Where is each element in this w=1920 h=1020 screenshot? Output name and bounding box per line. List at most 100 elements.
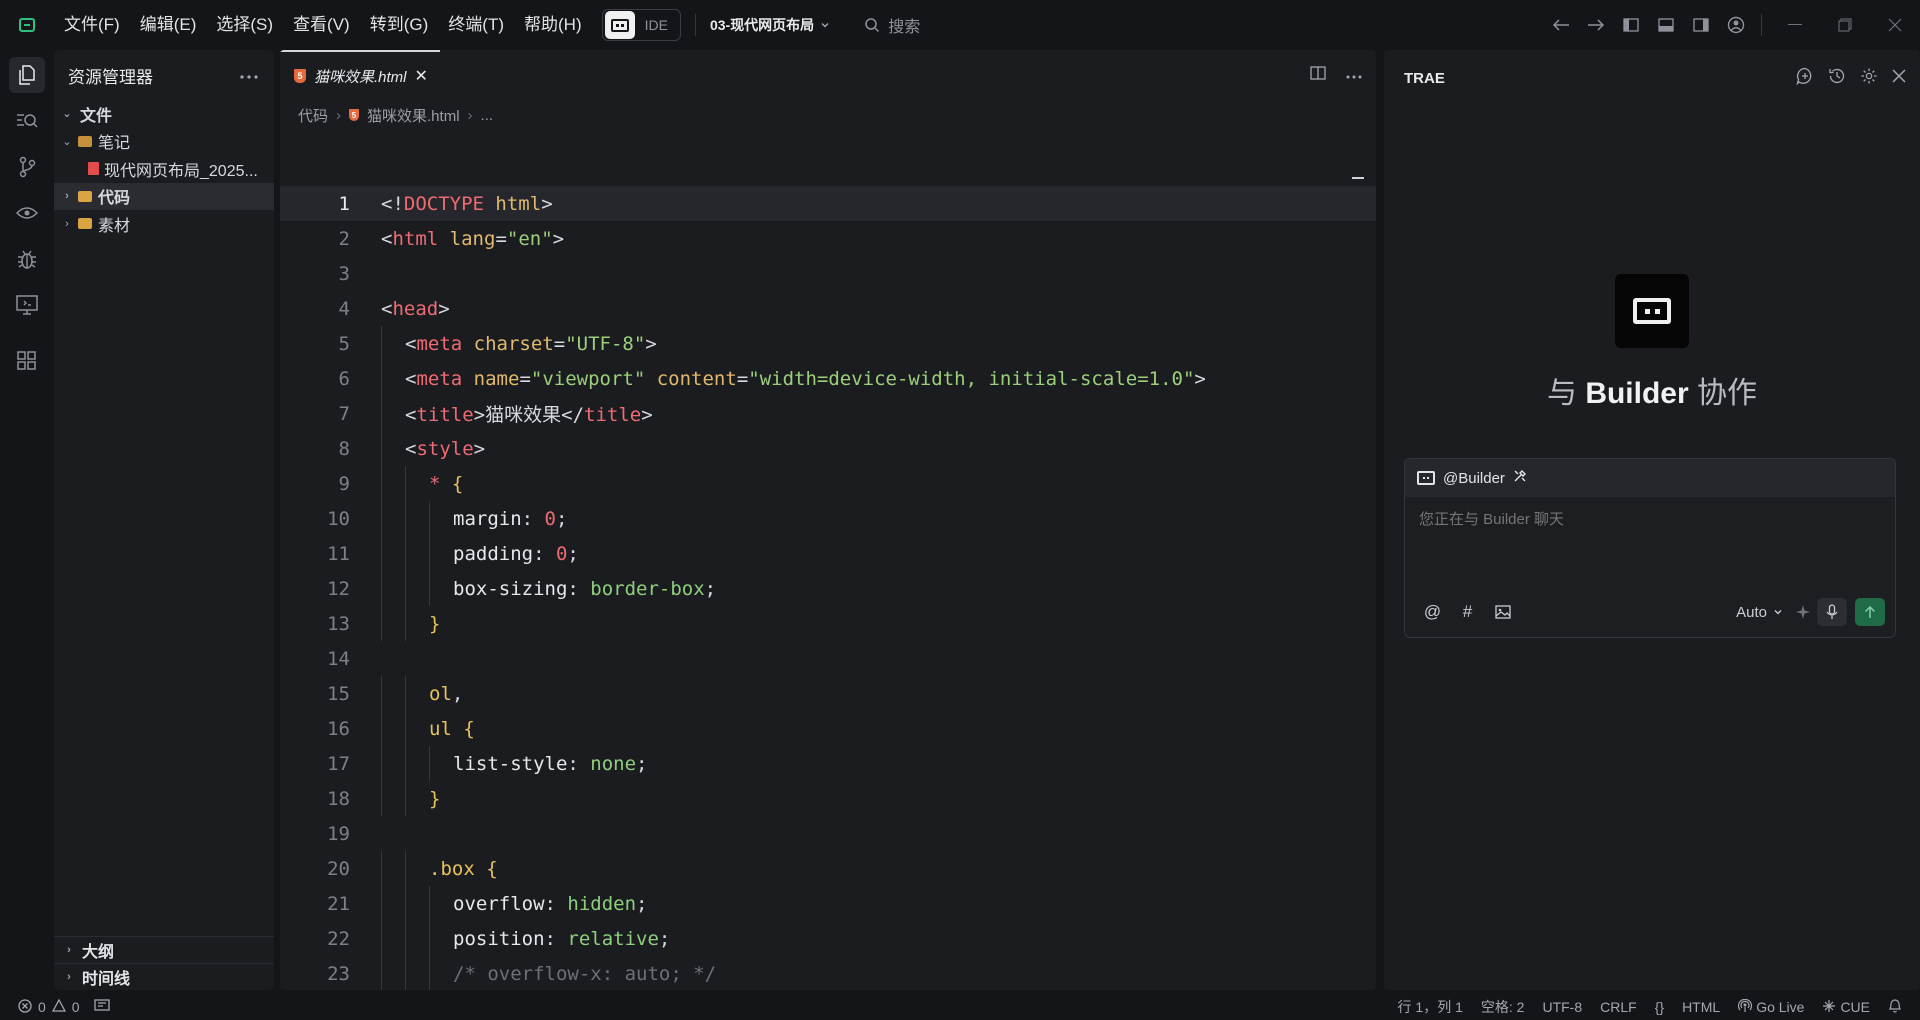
code-line[interactable]: 18} <box>280 781 1376 816</box>
preview-eye-icon[interactable] <box>0 190 54 236</box>
workspace-root[interactable]: ⌄ 文件 <box>54 100 274 128</box>
tree-folder-notes[interactable]: ⌄ 笔记 <box>54 128 274 156</box>
tree-file-notes[interactable]: 现代网页布局_2025... <box>54 155 274 183</box>
breadcrumb: 代码 › 5 猫咪效果.html › ... <box>280 100 1376 130</box>
code-line[interactable]: 11 padding: 0; <box>280 536 1376 571</box>
code-line[interactable]: 19 <box>280 816 1376 851</box>
restore-icon[interactable] <box>1820 0 1870 50</box>
tab-close-icon[interactable]: ✕ <box>415 66 428 86</box>
code-line[interactable]: 12 box-sizing: border-box; <box>280 571 1376 606</box>
menu-edit[interactable]: 编辑(E) <box>130 0 207 50</box>
tree-folder-code[interactable]: › 代码 <box>54 182 274 210</box>
minimize-icon[interactable] <box>1770 0 1820 50</box>
menu-go[interactable]: 转到(G) <box>360 0 439 50</box>
language-mode[interactable]: HTML <box>1682 999 1720 1015</box>
back-arrow-icon[interactable] <box>1543 0 1578 50</box>
microphone-icon[interactable] <box>1817 598 1847 626</box>
new-chat-icon[interactable] <box>1796 67 1814 90</box>
code-line[interactable]: 3 <box>280 256 1376 291</box>
code-line[interactable]: 23 /* overflow-x: auto; */ <box>280 956 1376 990</box>
settings-gear-icon[interactable] <box>1860 67 1878 90</box>
project-switcher[interactable]: 03-现代网页布局 <box>710 15 830 35</box>
search-icon[interactable] <box>0 98 54 144</box>
code-line[interactable]: 6 <meta name="viewport" content="width=de… <box>280 361 1376 396</box>
split-editor-icon[interactable] <box>1304 60 1332 91</box>
builder-heading: 与 Builder 协作 <box>1384 368 1920 412</box>
forward-arrow-icon[interactable] <box>1578 0 1613 50</box>
history-icon[interactable] <box>1828 67 1846 90</box>
breadcrumb-item[interactable]: ... <box>481 107 494 124</box>
menu-selection[interactable]: 选择(S) <box>206 0 283 50</box>
breadcrumb-item[interactable]: 猫咪效果.html <box>367 105 460 126</box>
code-line[interactable]: 13} <box>280 606 1376 641</box>
timeline-section[interactable]: › 时间线 <box>54 963 274 990</box>
remote-explorer-icon[interactable] <box>0 282 54 328</box>
code-line[interactable]: 4 <head> <box>280 291 1376 326</box>
pdf-file-icon <box>88 162 99 176</box>
send-button[interactable] <box>1855 598 1885 626</box>
code-line[interactable]: 8 <style> <box>280 431 1376 466</box>
close-window-icon[interactable] <box>1870 0 1920 50</box>
toggle-primary-sidebar-icon[interactable] <box>1613 0 1648 50</box>
notifications-bell-icon[interactable] <box>1888 998 1902 1016</box>
mention-at-icon[interactable]: @ <box>1415 597 1450 627</box>
more-actions-icon[interactable] <box>240 66 258 84</box>
menu-file[interactable]: 文件(F) <box>54 0 130 50</box>
code-editor[interactable]: 1 <!DOCTYPE html> 2 <html lang="en"> 3 4 <head… <box>280 186 1376 990</box>
code-line[interactable]: 15 ol, <box>280 676 1376 711</box>
warning-icon[interactable] <box>51 998 66 1015</box>
code-line[interactable]: 9 * { <box>280 466 1376 501</box>
builder-hero: 与 Builder 协作 <box>1384 274 1920 412</box>
explorer-icon[interactable] <box>0 52 54 98</box>
code-line[interactable]: 17 list-style: none; <box>280 746 1376 781</box>
menu-terminal[interactable]: 终端(T) <box>438 0 514 50</box>
end-of-line[interactable]: CRLF <box>1600 999 1637 1015</box>
indentation[interactable]: 空格: 2 <box>1481 997 1525 1017</box>
encoding[interactable]: UTF-8 <box>1542 999 1582 1015</box>
menu-help[interactable]: 帮助(H) <box>514 0 592 50</box>
code-line[interactable]: 1 <!DOCTYPE html> <box>280 186 1376 221</box>
code-line[interactable]: 2 <html lang="en"> <box>280 221 1376 256</box>
chat-input[interactable] <box>1419 511 1879 528</box>
braces-icon[interactable]: {} <box>1655 999 1664 1015</box>
tab-active-file[interactable]: 5 猫咪效果.html ✕ <box>280 50 440 100</box>
code-line[interactable]: 21 overflow: hidden; <box>280 886 1376 921</box>
toggle-secondary-sidebar-icon[interactable] <box>1683 0 1718 50</box>
agent-selector[interactable]: @Builder <box>1405 459 1895 497</box>
source-control-icon[interactable] <box>0 144 54 190</box>
cursor-position[interactable]: 行 1，列 1 <box>1398 997 1463 1017</box>
close-panel-icon[interactable] <box>1892 68 1906 88</box>
code-line[interactable]: 20 .box { <box>280 851 1376 886</box>
indent-guide <box>405 921 406 956</box>
mode-switch[interactable]: IDE <box>601 9 681 41</box>
account-icon[interactable] <box>1718 0 1753 50</box>
debug-icon[interactable] <box>0 236 54 282</box>
go-live-button[interactable]: Go Live <box>1738 998 1804 1016</box>
line-number: 12 <box>327 577 350 600</box>
error-count[interactable]: 0 <box>38 999 46 1015</box>
warning-count[interactable]: 0 <box>72 999 80 1015</box>
image-upload-icon[interactable] <box>1485 597 1520 627</box>
hashtag-context-icon[interactable]: # <box>1450 597 1485 627</box>
code-line[interactable]: 7 <title>猫咪效果</title> <box>280 396 1376 431</box>
code-line[interactable]: 22 position: relative; <box>280 921 1376 956</box>
extensions-icon[interactable] <box>0 338 54 384</box>
breadcrumb-item[interactable]: 代码 <box>298 105 328 126</box>
toggle-panel-icon[interactable] <box>1648 0 1683 50</box>
code-line[interactable]: 16 ul { <box>280 711 1376 746</box>
cue-button[interactable]: CUE <box>1822 999 1870 1016</box>
builder-mode-icon[interactable] <box>604 11 635 39</box>
code-line[interactable]: 14 <box>280 641 1376 676</box>
search-box[interactable]: 搜索 <box>864 13 920 37</box>
terminal-icon[interactable] <box>93 999 110 1015</box>
error-icon[interactable] <box>18 998 32 1016</box>
more-actions-icon[interactable] <box>1340 60 1368 90</box>
tree-folder-assets[interactable]: › 素材 <box>54 210 274 238</box>
model-selector[interactable]: Auto <box>1736 604 1783 621</box>
menu-view[interactable]: 查看(V) <box>283 0 360 50</box>
code-line[interactable]: 5 <meta charset="UTF-8"> <box>280 326 1376 361</box>
code-line[interactable]: 10 margin: 0; <box>280 501 1376 536</box>
outline-section[interactable]: › 大纲 <box>54 936 274 963</box>
ide-mode-label[interactable]: IDE <box>635 17 678 33</box>
sparkle-enhance-icon[interactable] <box>1795 604 1811 620</box>
